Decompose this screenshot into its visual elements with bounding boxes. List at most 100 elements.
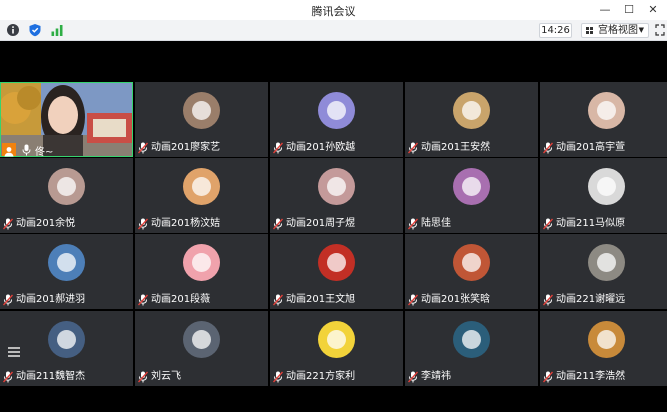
participant-tile[interactable]: 陆思佳 [405,158,538,233]
name-bar: 动画201张笑晗 [408,293,490,307]
participant-tile[interactable]: 动画211马似原 [540,158,667,233]
name-bar: 动画201周子煜 [273,217,355,231]
name-bar: 动画211魏智杰 [3,370,85,384]
mic-muted-icon [138,294,148,306]
close-button[interactable]: ✕ [645,2,661,18]
avatar-face [192,101,211,120]
participant-name: 动画201张笑晗 [421,294,491,305]
grid-view-button[interactable]: 宫格视图 ▼ [581,23,649,38]
name-bar: 动画211马似原 [543,217,625,231]
participant-tile[interactable]: 动画201王安然 [405,82,538,157]
mic-muted-icon [138,218,148,230]
avatar [183,168,220,205]
participant-name: 动画201孙欧越 [286,142,356,153]
mic-muted-icon [543,294,553,306]
fullscreen-icon[interactable] [655,23,665,37]
avatar [453,244,490,281]
mic-muted-icon [273,218,283,230]
participant-name: 动画211魏智杰 [16,371,86,382]
avatar-face [597,177,616,196]
participant-tile[interactable]: 动画201周子煜 [270,158,403,233]
participant-tile[interactable]: 刘云飞 [135,311,268,386]
participant-name: 动画221谢曜远 [556,294,626,305]
mic-muted-icon [408,294,418,306]
avatar [453,321,490,358]
participant-tile[interactable]: 动画201余悦 [0,158,133,233]
maximize-button[interactable]: ☐ [621,2,637,18]
mic-muted-icon [3,371,13,383]
chevron-down-icon: ▼ [638,26,644,34]
participant-name: 刘云飞 [151,371,181,382]
participant-tile[interactable]: 动画201张笑晗 [405,234,538,309]
host-video-feed [1,83,132,156]
avatar [588,244,625,281]
avatar-face [192,253,211,272]
avatar-face [192,330,211,349]
participant-tile[interactable]: 李靖祎 [405,311,538,386]
mic-muted-icon [543,142,553,154]
minimize-button[interactable]: — [597,2,613,18]
avatar-face [327,330,346,349]
mic-muted-icon [408,371,418,383]
signal-icon[interactable] [50,23,64,37]
participant-tile[interactable]: 动画201王文旭 [270,234,403,309]
name-bar: 动画201廖家艺 [138,141,220,155]
participant-list-icon[interactable] [8,347,20,357]
mic-muted-icon [543,371,553,383]
host-video-tile[interactable]: 佟~ [0,82,133,158]
meeting-toolbar: 14:26 宫格视图 ▼ [0,20,667,41]
info-icon[interactable] [6,23,20,37]
participant-name: 动画201段薇 [151,294,211,305]
avatar [183,92,220,129]
name-bar: 动画201孙欧越 [273,141,355,155]
avatar-face [57,330,76,349]
host-badge-icon [2,143,16,157]
participant-name: 动画201高宇萱 [556,142,626,153]
mic-muted-icon [408,142,418,154]
avatar [48,321,85,358]
grid-icon [586,27,594,35]
mic-muted-icon [273,371,283,383]
avatar [453,168,490,205]
participant-tile[interactable]: 动画201郝进羽 [0,234,133,309]
mic-muted-icon [273,142,283,154]
participant-tile[interactable]: 动画201廖家艺 [135,82,268,157]
avatar-face [597,253,616,272]
participant-name: 动画211马似原 [556,218,626,229]
mic-muted-icon [3,218,13,230]
participant-name: 动画221方家利 [286,371,356,382]
avatar [48,168,85,205]
participant-name: 陆思佳 [421,218,451,229]
mic-icon[interactable] [22,144,31,156]
participant-tile[interactable]: 动画221方家利 [270,311,403,386]
avatar [318,92,355,129]
avatar-face [462,330,481,349]
avatar-face [462,177,481,196]
participant-name: 动画201周子煜 [286,218,356,229]
participant-tile[interactable]: 动画211李浩然 [540,311,667,386]
participant-tile[interactable]: 动画201孙欧越 [270,82,403,157]
name-bar: 动画211李浩然 [543,370,625,384]
name-bar: 李靖祎 [408,370,451,384]
shield-icon[interactable] [28,23,42,37]
avatar [183,321,220,358]
participant-tile[interactable]: 动画221谢曜远 [540,234,667,309]
avatar-face [327,101,346,120]
avatar [183,244,220,281]
participant-tile[interactable]: 动画201杨汶姞 [135,158,268,233]
mic-muted-icon [273,294,283,306]
participant-tile[interactable]: 动画201段薇 [135,234,268,309]
avatar-face [462,101,481,120]
avatar [588,321,625,358]
avatar [48,244,85,281]
avatar-face [597,101,616,120]
participant-tile[interactable]: 动画201高宇萱 [540,82,667,157]
participant-name: 动画201王安然 [421,142,491,153]
participant-name: 动画211李浩然 [556,371,626,382]
participant-name: 动画201王文旭 [286,294,356,305]
mic-muted-icon [138,142,148,154]
avatar [318,244,355,281]
grid-view-label: 宫格视图 [598,25,638,36]
meeting-clock: 14:26 [539,23,572,38]
mic-muted-icon [3,294,13,306]
